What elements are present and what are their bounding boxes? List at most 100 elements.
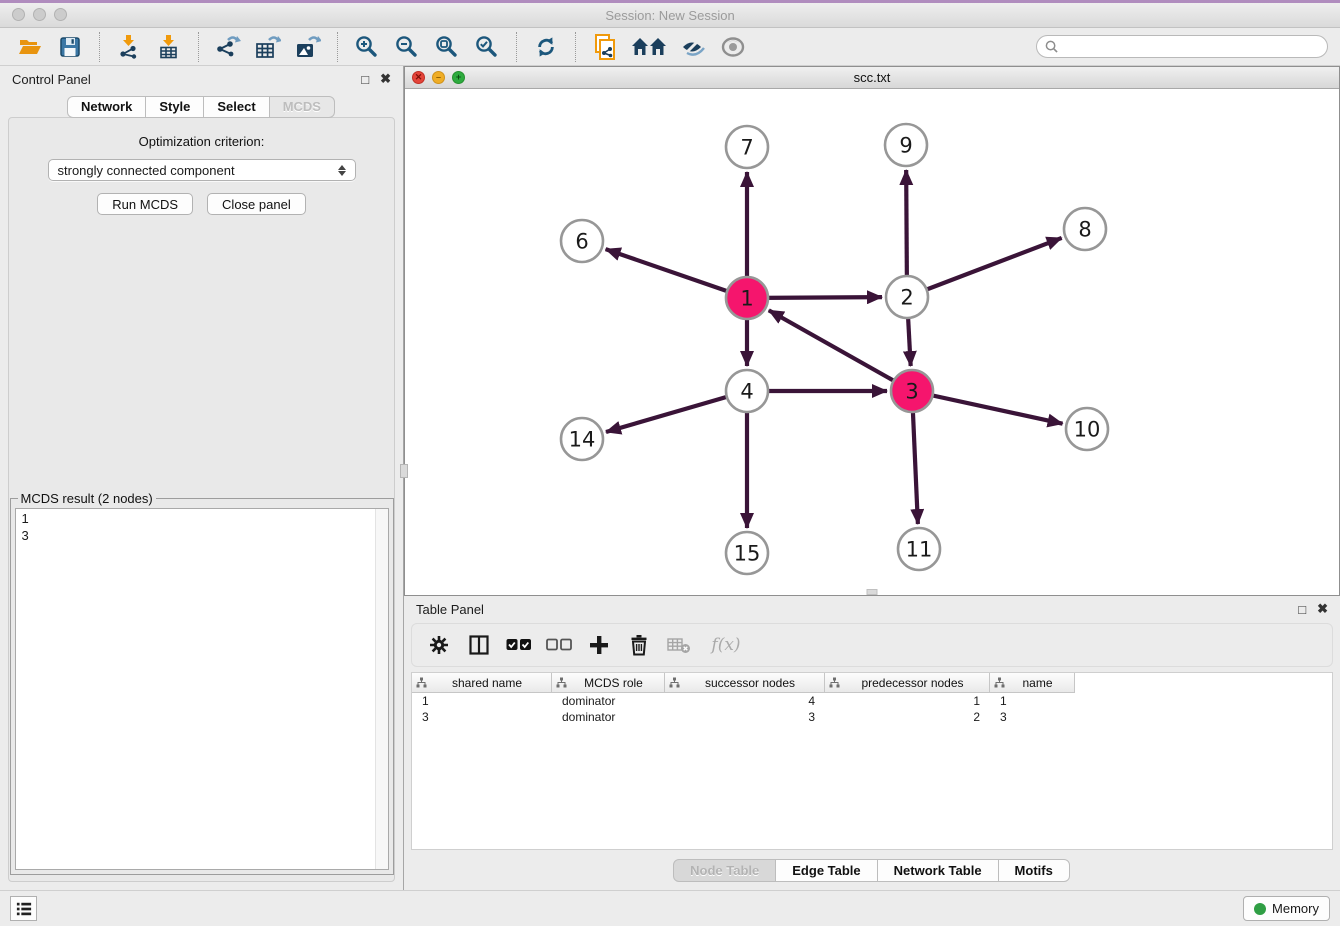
- graph-node-1[interactable]: 1: [726, 277, 768, 319]
- cell-name[interactable]: 1: [990, 694, 1075, 708]
- tab-edge-table[interactable]: Edge Table: [775, 859, 877, 882]
- delete-table-button[interactable]: [664, 630, 694, 660]
- toolbar-separator: [575, 32, 576, 62]
- column-header-mcds-role[interactable]: MCDS role: [552, 673, 665, 693]
- delete-row-button[interactable]: [624, 630, 654, 660]
- table-rows: 1dominator4113dominator323: [412, 693, 1332, 725]
- maximize-window-button[interactable]: [54, 8, 67, 21]
- float-panel-icon[interactable]: □: [361, 72, 369, 87]
- window-title: Session: New Session: [0, 8, 1340, 23]
- close-panel-button[interactable]: Close panel: [207, 193, 306, 215]
- column-header-successor-nodes[interactable]: successor nodes: [665, 673, 825, 693]
- cell-shared-name[interactable]: 3: [412, 710, 552, 724]
- export-image-button[interactable]: [292, 31, 324, 63]
- import-table-button[interactable]: [153, 31, 185, 63]
- table-row-1[interactable]: 3dominator323: [412, 709, 1332, 725]
- zoom-selected-icon: [475, 35, 499, 59]
- mcds-result-textarea[interactable]: 1 3: [15, 508, 389, 870]
- export-network-button[interactable]: [212, 31, 244, 63]
- tab-mcds[interactable]: MCDS: [269, 96, 335, 118]
- import-network-button[interactable]: [113, 31, 145, 63]
- deselect-all-button[interactable]: [544, 630, 574, 660]
- network-minimize-button[interactable]: –: [432, 71, 445, 84]
- column-header-predecessor-nodes[interactable]: predecessor nodes: [825, 673, 990, 693]
- graph-node-15[interactable]: 15: [726, 532, 768, 574]
- network-canvas[interactable]: 7 9 6 8 1 2 4 3 14 10 15 11: [405, 89, 1339, 595]
- graph-node-9[interactable]: 9: [885, 124, 927, 166]
- tab-network[interactable]: Network: [67, 96, 146, 118]
- titlebar: Session: New Session: [0, 3, 1340, 28]
- close-table-panel-icon[interactable]: ✖: [1317, 601, 1328, 617]
- graph-node-4[interactable]: 4: [726, 370, 768, 412]
- network-from-selection-button[interactable]: [589, 31, 621, 63]
- tab-select[interactable]: Select: [203, 96, 269, 118]
- graph-edge-3-10[interactable]: [912, 391, 1063, 424]
- tab-motifs[interactable]: Motifs: [998, 859, 1070, 882]
- network-zoom-button[interactable]: +: [452, 71, 465, 84]
- close-panel-icon[interactable]: ✖: [380, 71, 391, 87]
- cell-name[interactable]: 3: [990, 710, 1075, 724]
- graph-edge-2-8[interactable]: [907, 238, 1062, 297]
- float-table-panel-icon[interactable]: □: [1298, 602, 1306, 617]
- column-chooser-button[interactable]: [464, 630, 494, 660]
- zoom-fit-button[interactable]: [431, 31, 463, 63]
- tab-network-table[interactable]: Network Table: [877, 859, 999, 882]
- minimize-window-button[interactable]: [33, 8, 46, 21]
- save-floppy-icon: [59, 36, 81, 58]
- save-session-button[interactable]: [54, 31, 86, 63]
- cell-predecessor-nodes[interactable]: 1: [825, 694, 990, 708]
- tab-node-table[interactable]: Node Table: [673, 859, 776, 882]
- task-history-button[interactable]: [10, 896, 37, 921]
- graph-node-label: 15: [734, 542, 761, 566]
- graph-node-14[interactable]: 14: [561, 418, 603, 460]
- memory-button[interactable]: Memory: [1243, 896, 1330, 921]
- table-settings-button[interactable]: [424, 630, 454, 660]
- cell-mcds-role[interactable]: dominator: [552, 710, 665, 724]
- column-header-shared-name[interactable]: shared name: [412, 673, 552, 693]
- optimization-criterion-select[interactable]: strongly connected component: [48, 159, 356, 181]
- column-header-name[interactable]: name: [990, 673, 1075, 693]
- function-builder-button[interactable]: f(x): [704, 630, 748, 660]
- graph-node-10[interactable]: 10: [1066, 408, 1108, 450]
- network-close-button[interactable]: ✕: [412, 71, 425, 84]
- cell-successor-nodes[interactable]: 3: [665, 710, 825, 724]
- graph-node-11[interactable]: 11: [898, 528, 940, 570]
- zoom-out-button[interactable]: [391, 31, 423, 63]
- result-scrollbar[interactable]: [375, 509, 388, 869]
- graph-node-3[interactable]: 3: [891, 370, 933, 412]
- panel-splitter-grip[interactable]: [400, 464, 408, 478]
- cell-successor-nodes[interactable]: 4: [665, 694, 825, 708]
- apply-layout-button[interactable]: [530, 31, 562, 63]
- graph-node-2[interactable]: 2: [886, 276, 928, 318]
- search-input[interactable]: [1063, 39, 1319, 54]
- graph-node-7[interactable]: 7: [726, 126, 768, 168]
- cell-predecessor-nodes[interactable]: 2: [825, 710, 990, 724]
- zoom-out-icon: [395, 35, 419, 59]
- table-panel-tabs: Node TableEdge TableNetwork TableMotifs: [404, 850, 1340, 890]
- network-splitter-grip[interactable]: [867, 589, 878, 595]
- graph-node-label: 9: [899, 134, 912, 158]
- cell-mcds-role[interactable]: dominator: [552, 694, 665, 708]
- export-table-button[interactable]: [252, 31, 284, 63]
- zoom-in-button[interactable]: [351, 31, 383, 63]
- graph-node-label: 1: [740, 287, 753, 311]
- tab-style[interactable]: Style: [145, 96, 204, 118]
- graph-edge-1-6[interactable]: [606, 249, 747, 298]
- export-network-icon: [215, 35, 241, 59]
- select-all-button[interactable]: [504, 630, 534, 660]
- graph-edge-3-1[interactable]: [769, 310, 912, 391]
- graph-node-6[interactable]: 6: [561, 220, 603, 262]
- status-bar: Memory: [0, 890, 1340, 926]
- hide-selected-button[interactable]: [677, 31, 709, 63]
- graph-node-label: 14: [569, 428, 596, 452]
- open-session-button[interactable]: [14, 31, 46, 63]
- table-row-0[interactable]: 1dominator411: [412, 693, 1332, 709]
- close-window-button[interactable]: [12, 8, 25, 21]
- run-mcds-button[interactable]: Run MCDS: [97, 193, 193, 215]
- show-all-button[interactable]: [717, 31, 749, 63]
- first-neighbors-button[interactable]: [629, 31, 669, 63]
- add-row-button[interactable]: [584, 630, 614, 660]
- cell-shared-name[interactable]: 1: [412, 694, 552, 708]
- graph-node-8[interactable]: 8: [1064, 208, 1106, 250]
- zoom-selected-button[interactable]: [471, 31, 503, 63]
